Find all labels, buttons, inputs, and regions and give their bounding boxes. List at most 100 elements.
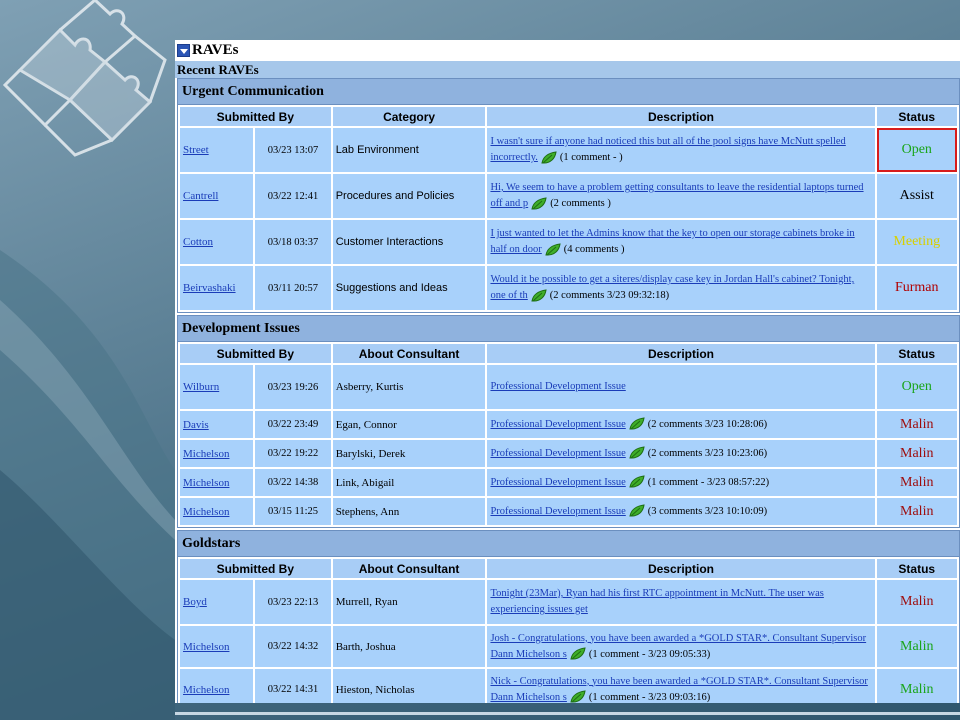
table-row: Michelson 03/15 11:25 Stephens, Ann Profess… [180, 498, 957, 525]
col-submitted-by: Submitted By [180, 344, 331, 363]
description-link[interactable]: Professional Development Issue [490, 419, 625, 430]
collapse-toggle-icon[interactable] [177, 44, 190, 57]
comment-leaf-icon[interactable] [628, 446, 646, 460]
col-status: Status [876, 559, 957, 578]
description-link[interactable]: Professional Development Issue [490, 381, 625, 392]
submitter-cell: Wilburn [180, 365, 254, 409]
comment-count: (1 comment - 3/23 09:03:16) [588, 691, 711, 703]
status-badge: Malin [876, 440, 957, 467]
consultant-cell: Link, Abigail [332, 469, 486, 496]
col-submitted-by: Submitted By [180, 107, 331, 126]
status-badge: Malin [876, 411, 957, 438]
submitter-link[interactable]: Street [183, 144, 209, 156]
comment-count: (2 comments 3/23 09:32:18) [549, 290, 670, 301]
submitter-cell: Davis [180, 411, 254, 438]
date-cell: 03/22 14:38 [255, 469, 331, 496]
col-description: Description [487, 107, 875, 126]
date-cell: 03/23 13:07 [255, 128, 331, 172]
submitter-link[interactable]: Beirvashaki [183, 282, 236, 294]
col-description: Description [487, 344, 875, 363]
consultant-cell: Barth, Joshua [332, 626, 486, 667]
submitter-cell: Michelson [180, 469, 254, 496]
status-badge: Malin [876, 498, 957, 525]
submitter-cell: Beirvashaki [180, 266, 254, 310]
description-cell: Would it be possible to get a siteres/di… [487, 266, 875, 310]
table-row: Cantrell 03/22 12:41 Procedures and Polici… [180, 174, 957, 218]
urgent-table: Submitted By Category Description Status… [178, 105, 959, 312]
col-category: Category [332, 107, 486, 126]
panel-title: RAVEs [192, 42, 239, 58]
comment-leaf-icon[interactable] [530, 197, 548, 211]
submitter-cell: Michelson [180, 626, 254, 667]
consultant-cell: Asberry, Kurtis [332, 365, 486, 409]
status-badge: Furman [876, 266, 957, 310]
submitter-link[interactable]: Michelson [183, 684, 229, 696]
submitter-link[interactable]: Wilburn [183, 381, 219, 393]
comment-leaf-icon[interactable] [628, 475, 646, 489]
submitter-cell: Michelson [180, 669, 254, 703]
consultant-cell: Murrell, Ryan [332, 580, 486, 624]
submitter-cell: Michelson [180, 498, 254, 525]
description-cell: I just wanted to let the Admins know tha… [487, 220, 875, 264]
col-about-consultant: About Consultant [332, 559, 486, 578]
submitter-link[interactable]: Davis [183, 419, 209, 431]
comment-leaf-icon[interactable] [628, 417, 646, 431]
date-cell: 03/22 12:41 [255, 174, 331, 218]
comment-leaf-icon[interactable] [569, 690, 587, 703]
table-row: Street 03/23 13:07 Lab Environment I wasn't… [180, 128, 957, 172]
consultant-cell: Egan, Connor [332, 411, 486, 438]
date-cell: 03/22 19:22 [255, 440, 331, 467]
submitter-link[interactable]: Cotton [183, 236, 213, 248]
submitter-cell: Boyd [180, 580, 254, 624]
date-cell: 03/18 03:37 [255, 220, 331, 264]
description-link[interactable]: Professional Development Issue [490, 506, 625, 517]
description-link[interactable]: Professional Development Issue [490, 477, 625, 488]
status-badge: Assist [876, 174, 957, 218]
submitter-link[interactable]: Boyd [183, 596, 207, 608]
col-status: Status [876, 344, 957, 363]
comment-leaf-icon[interactable] [530, 289, 548, 303]
date-cell: 03/23 22:13 [255, 580, 331, 624]
urgent-communication-group: Urgent Communication Submitted By Catego… [177, 78, 960, 313]
comment-count: (2 comments 3/23 10:23:06) [647, 447, 768, 459]
category-cell: Procedures and Policies [332, 174, 486, 218]
category-cell: Customer Interactions [332, 220, 486, 264]
submitter-cell: Michelson [180, 440, 254, 467]
comment-leaf-icon[interactable] [569, 647, 587, 661]
description-cell: Professional Development Issue [487, 365, 875, 409]
consultant-cell: Stephens, Ann [332, 498, 486, 525]
table-row: Cotton 03/18 03:37 Customer Interactions I … [180, 220, 957, 264]
table-row: Michelson 03/22 14:38 Link, Abigail Profess… [180, 469, 957, 496]
description-link[interactable]: Tonight (23Mar), Ryan had his first RTC … [490, 588, 823, 615]
date-cell: 03/15 11:25 [255, 498, 331, 525]
status-badge: Malin [876, 580, 957, 624]
comment-leaf-icon[interactable] [544, 243, 562, 257]
status-badge: Malin [876, 626, 957, 667]
comment-leaf-icon[interactable] [628, 504, 646, 518]
col-description: Description [487, 559, 875, 578]
date-cell: 03/23 19:26 [255, 365, 331, 409]
submitter-cell: Street [180, 128, 254, 172]
panel-header: RAVEs [175, 40, 960, 61]
goldstars-group: Goldstars Submitted By About Consultant … [177, 530, 960, 703]
recent-raves-label: Recent RAVEs [175, 61, 960, 78]
table-row: Beirvashaki 03/11 20:57 Suggestions and Id… [180, 266, 957, 310]
description-cell: I wasn't sure if anyone had noticed this… [487, 128, 875, 172]
urgent-communication-title: Urgent Communication [178, 79, 959, 105]
comment-leaf-icon[interactable] [540, 151, 558, 165]
status-badge: Malin [876, 469, 957, 496]
description-cell: Nick - Congratulations, you have been aw… [487, 669, 875, 703]
comment-count: (2 comments 3/23 10:28:06) [647, 418, 768, 430]
description-cell: Professional Development Issue (3 comment… [487, 498, 875, 525]
submitter-link[interactable]: Cantrell [183, 190, 218, 202]
submitter-link[interactable]: Michelson [183, 477, 229, 489]
submitter-link[interactable]: Michelson [183, 641, 229, 653]
col-status: Status [876, 107, 957, 126]
goldstars-table: Submitted By About Consultant Descriptio… [178, 557, 959, 703]
submitter-link[interactable]: Michelson [183, 448, 229, 460]
goldstars-title: Goldstars [178, 531, 959, 557]
submitter-link[interactable]: Michelson [183, 506, 229, 518]
description-link[interactable]: Professional Development Issue [490, 448, 625, 459]
table-row: Boyd 03/23 22:13 Murrell, Ryan Tonight (23M… [180, 580, 957, 624]
comment-count: (3 comments 3/23 10:10:09) [647, 505, 768, 517]
